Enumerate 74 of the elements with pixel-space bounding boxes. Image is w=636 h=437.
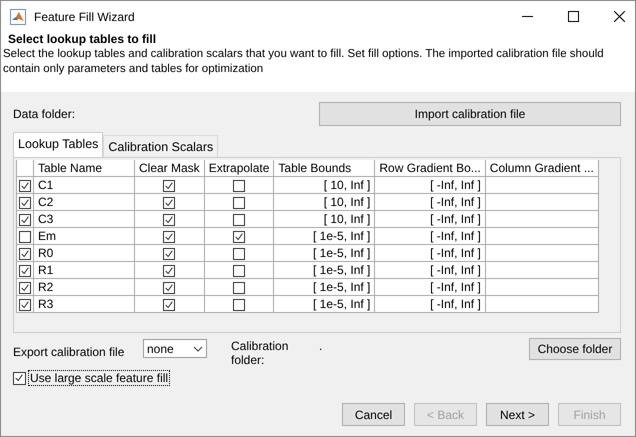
extrapolate-checkbox[interactable] [233,264,246,277]
wizard-button[interactable]: Next > [486,403,549,426]
column-header[interactable]: Table Bounds [274,160,375,176]
table-cell: Em [34,228,134,244]
table-cell: C2 [34,194,134,210]
export-type-label: Export calibration file [13,345,126,359]
caret-icon [193,346,203,352]
clear-mask-checkbox[interactable] [163,180,176,192]
column-header[interactable]: Extrapolate [204,160,274,176]
maximize-icon[interactable] [568,11,579,22]
table-cell: R2 [34,278,134,296]
extrapolate-checkbox[interactable] [233,196,246,209]
table-cell: R3 [34,296,134,312]
table-cell: [ 10, Inf ] [274,176,375,194]
export-type-dropdown[interactable]: none [143,339,207,358]
extrapolate-checkbox[interactable] [233,180,246,192]
clear-mask-checkbox[interactable] [163,214,176,226]
table-cell: C1 [34,176,134,194]
table-cell: [ -Inf, Inf ] [374,194,486,210]
clear-mask-checkbox[interactable] [163,282,176,294]
table-cell: [ -Inf, Inf ] [374,296,486,312]
table-cell: [ -Inf, Inf ] [374,228,486,244]
extrapolate-checkbox[interactable] [233,298,246,311]
column-header[interactable]: Clear Mask [134,160,204,176]
wizard-button[interactable]: Cancel [342,403,405,426]
window-title: Feature Fill Wizard [34,10,135,24]
clear-mask-checkbox[interactable] [163,298,176,311]
row-checkbox[interactable] [19,214,31,226]
clear-mask-checkbox[interactable] [163,248,176,260]
clear-mask-checkbox[interactable] [163,264,176,277]
extrapolate-checkbox[interactable] [233,282,246,294]
step-description: Select the lookup tables and calibration scalars that you want to fill. Set fill options. The imported calibration file should contain only parameters and tables for optimization [3,47,605,77]
row-checkbox[interactable] [19,196,31,209]
table-cell: [ -Inf, Inf ] [374,262,486,278]
table-cell: [ -Inf, Inf ] [374,176,486,194]
large-scale-checkbox[interactable] [13,372,26,384]
app-logo-icon [10,8,26,24]
step-title: Select lookup tables to fill [7,32,158,46]
table-cell: [ 1e-5, Inf ] [274,262,375,278]
tab[interactable]: Lookup Tables [13,132,104,157]
row-checkbox[interactable] [19,282,31,294]
clear-mask-checkbox[interactable] [163,230,176,243]
table-cell: [ -Inf, Inf ] [374,244,486,262]
data-folder-label: Data folder: [13,107,76,121]
import-button[interactable]: Import calibration file [319,102,621,126]
large-scale-label[interactable]: Use large scale feature fill [29,371,170,385]
calibration-folder-value: . [319,339,322,353]
clear-mask-checkbox[interactable] [163,196,176,209]
table-cell: [ 10, Inf ] [274,194,375,210]
calibration-folder-label: Calibration folder: [231,339,290,367]
column-header[interactable]: Row Gradient Bo... [374,160,486,176]
extrapolate-checkbox[interactable] [233,214,246,226]
table-cell: [ 1e-5, Inf ] [274,296,375,312]
table-cell: [ 10, Inf ] [274,210,375,228]
close-icon[interactable] [614,11,625,22]
table-cell: [ -Inf, Inf ] [374,278,486,296]
choose-folder-button[interactable]: Choose folder [529,338,621,360]
table-cell: C3 [34,210,134,228]
table-cell: [ 1e-5, Inf ] [274,228,375,244]
row-checkbox[interactable] [19,264,31,277]
column-header[interactable]: Column Gradient ... [485,160,598,176]
table-cell: [ 1e-5, Inf ] [274,244,375,262]
tab[interactable]: Calibration Scalars [103,135,218,157]
row-checkbox[interactable] [19,180,31,192]
table-cell: R0 [34,244,134,262]
column-header[interactable]: Table Name [34,160,134,176]
row-checkbox[interactable] [19,230,31,243]
table-cell: [ -Inf, Inf ] [374,210,486,228]
table-cell: [ 1e-5, Inf ] [274,278,375,296]
extrapolate-checkbox[interactable] [233,230,246,243]
table-cell: R1 [34,262,134,278]
row-checkbox[interactable] [19,298,31,311]
row-checkbox[interactable] [19,248,31,260]
extrapolate-checkbox[interactable] [233,248,246,260]
